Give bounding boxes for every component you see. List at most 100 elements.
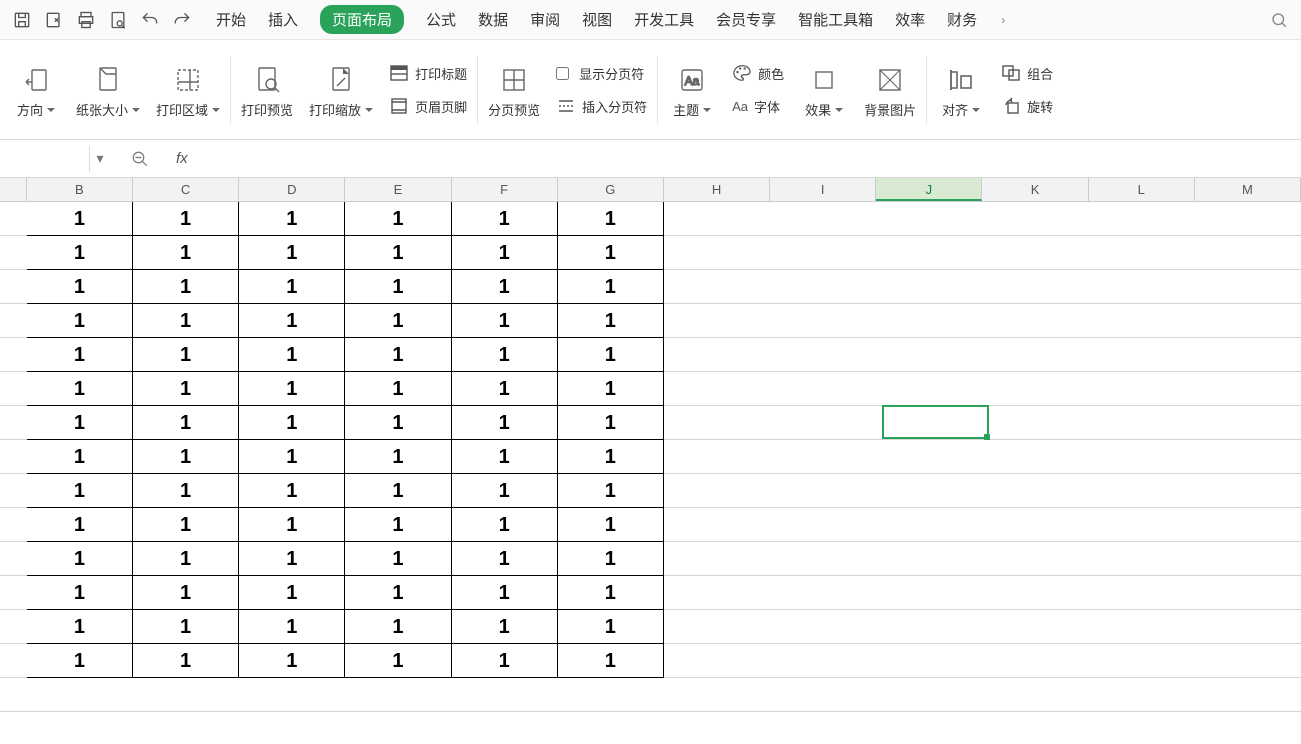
preview-icon[interactable] bbox=[104, 6, 132, 34]
empty-cell[interactable] bbox=[664, 338, 770, 372]
empty-cell[interactable] bbox=[770, 236, 876, 270]
column-header[interactable]: G bbox=[558, 178, 664, 201]
empty-cell[interactable] bbox=[1089, 610, 1195, 644]
font-button[interactable]: Aa 字体 bbox=[732, 97, 784, 116]
tab-data[interactable]: 数据 bbox=[478, 9, 508, 30]
data-cell[interactable]: 1 bbox=[27, 338, 133, 372]
empty-cell[interactable] bbox=[876, 576, 982, 610]
data-cell[interactable]: 1 bbox=[239, 202, 345, 236]
empty-cell[interactable] bbox=[770, 474, 876, 508]
data-cell[interactable]: 1 bbox=[27, 474, 133, 508]
empty-cell[interactable] bbox=[1195, 576, 1301, 610]
empty-cell[interactable] bbox=[770, 644, 876, 678]
empty-cell[interactable] bbox=[664, 610, 770, 644]
data-cell[interactable]: 1 bbox=[558, 508, 664, 542]
data-cell[interactable]: 1 bbox=[558, 644, 664, 678]
show-page-break-checkbox[interactable]: 显示分页符 bbox=[556, 64, 647, 83]
data-cell[interactable]: 1 bbox=[239, 304, 345, 338]
data-cell[interactable]: 1 bbox=[345, 338, 451, 372]
tab-developer[interactable]: 开发工具 bbox=[634, 9, 694, 30]
insert-page-break-button[interactable]: 插入分页符 bbox=[556, 97, 647, 116]
empty-cell[interactable] bbox=[664, 270, 770, 304]
empty-cell[interactable] bbox=[1195, 270, 1301, 304]
empty-cell[interactable] bbox=[1195, 440, 1301, 474]
empty-cell[interactable] bbox=[0, 508, 27, 542]
data-cell[interactable]: 1 bbox=[452, 508, 558, 542]
empty-cell[interactable] bbox=[770, 406, 876, 440]
data-cell[interactable]: 1 bbox=[345, 406, 451, 440]
data-cell[interactable]: 1 bbox=[133, 202, 239, 236]
data-cell[interactable]: 1 bbox=[558, 440, 664, 474]
empty-cell[interactable] bbox=[664, 440, 770, 474]
empty-cell[interactable] bbox=[0, 270, 27, 304]
empty-cell[interactable] bbox=[876, 406, 982, 440]
data-cell[interactable]: 1 bbox=[133, 576, 239, 610]
data-cell[interactable]: 1 bbox=[133, 440, 239, 474]
empty-cell[interactable] bbox=[770, 678, 876, 712]
empty-cell[interactable] bbox=[0, 304, 27, 338]
empty-cell[interactable] bbox=[982, 610, 1088, 644]
tabs-more-icon[interactable]: › bbox=[999, 13, 1007, 27]
empty-cell[interactable] bbox=[982, 576, 1088, 610]
data-cell[interactable]: 1 bbox=[27, 236, 133, 270]
print-scale-button[interactable]: 打印缩放 bbox=[301, 40, 381, 139]
data-cell[interactable]: 1 bbox=[27, 508, 133, 542]
direction-button[interactable]: 方向 bbox=[4, 40, 68, 139]
empty-cell[interactable] bbox=[0, 202, 27, 236]
data-cell[interactable]: 1 bbox=[452, 542, 558, 576]
empty-cell[interactable] bbox=[1195, 372, 1301, 406]
empty-cell[interactable] bbox=[1089, 270, 1195, 304]
tab-view[interactable]: 视图 bbox=[582, 9, 612, 30]
empty-cell[interactable] bbox=[982, 372, 1088, 406]
empty-cell[interactable] bbox=[664, 406, 770, 440]
data-cell[interactable]: 1 bbox=[27, 270, 133, 304]
redo-icon[interactable] bbox=[168, 6, 196, 34]
empty-cell[interactable] bbox=[982, 270, 1088, 304]
data-cell[interactable]: 1 bbox=[452, 202, 558, 236]
empty-cell[interactable] bbox=[770, 440, 876, 474]
data-cell[interactable]: 1 bbox=[27, 440, 133, 474]
data-cell[interactable]: 1 bbox=[345, 610, 451, 644]
empty-cell[interactable] bbox=[1195, 236, 1301, 270]
data-cell[interactable]: 1 bbox=[558, 542, 664, 576]
bg-image-button[interactable]: 背景图片 bbox=[856, 40, 924, 139]
data-cell[interactable]: 1 bbox=[558, 236, 664, 270]
data-cell[interactable]: 1 bbox=[452, 406, 558, 440]
data-cell[interactable]: 1 bbox=[345, 542, 451, 576]
empty-cell[interactable] bbox=[1089, 474, 1195, 508]
empty-cell[interactable] bbox=[664, 508, 770, 542]
empty-cell[interactable] bbox=[876, 236, 982, 270]
data-cell[interactable]: 1 bbox=[558, 576, 664, 610]
theme-button[interactable]: Aa 主题 bbox=[660, 40, 724, 139]
data-cell[interactable]: 1 bbox=[239, 440, 345, 474]
empty-cell[interactable] bbox=[0, 644, 27, 678]
empty-cell[interactable] bbox=[876, 270, 982, 304]
empty-cell[interactable] bbox=[770, 202, 876, 236]
empty-cell[interactable] bbox=[0, 440, 27, 474]
empty-cell[interactable] bbox=[1195, 508, 1301, 542]
empty-cell[interactable] bbox=[770, 542, 876, 576]
tab-smart-tools[interactable]: 智能工具箱 bbox=[798, 9, 873, 30]
data-cell[interactable]: 1 bbox=[239, 610, 345, 644]
data-cell[interactable]: 1 bbox=[452, 304, 558, 338]
print-icon[interactable] bbox=[72, 6, 100, 34]
data-cell[interactable]: 1 bbox=[345, 474, 451, 508]
empty-cell[interactable] bbox=[982, 338, 1088, 372]
empty-cell[interactable] bbox=[770, 372, 876, 406]
data-cell[interactable]: 1 bbox=[452, 474, 558, 508]
empty-cell[interactable] bbox=[876, 610, 982, 644]
data-cell[interactable]: 1 bbox=[133, 338, 239, 372]
data-cell[interactable]: 1 bbox=[133, 508, 239, 542]
data-cell[interactable]: 1 bbox=[239, 576, 345, 610]
empty-cell[interactable] bbox=[1089, 440, 1195, 474]
empty-cell[interactable] bbox=[1195, 474, 1301, 508]
empty-cell[interactable] bbox=[770, 610, 876, 644]
data-cell[interactable]: 1 bbox=[239, 270, 345, 304]
empty-cell[interactable] bbox=[876, 542, 982, 576]
empty-cell[interactable] bbox=[1089, 542, 1195, 576]
data-cell[interactable]: 1 bbox=[27, 576, 133, 610]
empty-cell[interactable] bbox=[770, 270, 876, 304]
column-header[interactable]: I bbox=[770, 178, 876, 201]
data-cell[interactable]: 1 bbox=[558, 406, 664, 440]
data-cell[interactable]: 1 bbox=[345, 304, 451, 338]
